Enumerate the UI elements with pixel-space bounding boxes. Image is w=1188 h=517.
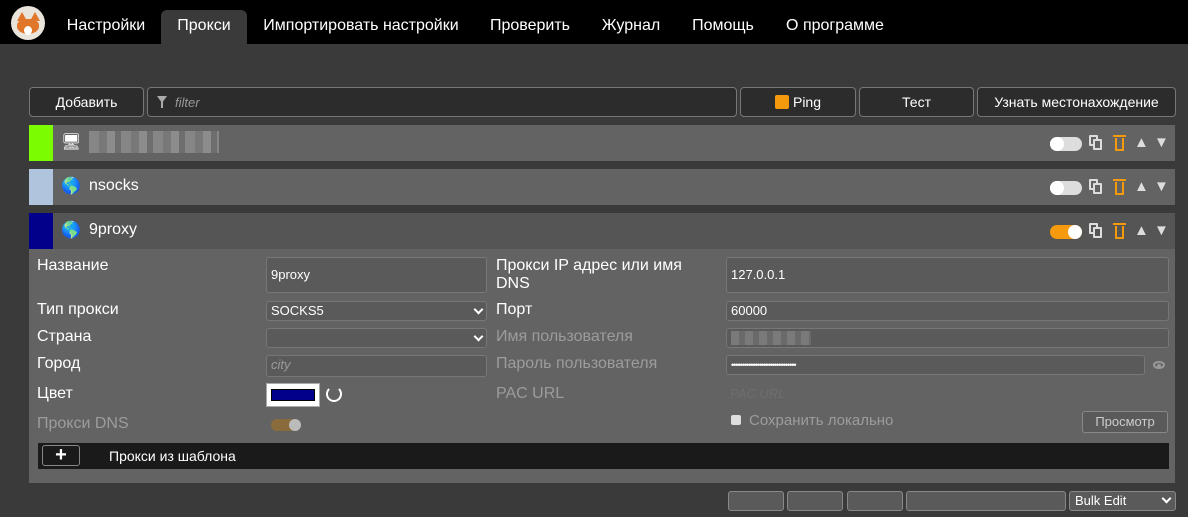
proxy-color-strip [29,213,53,249]
ping-button[interactable]: Ping [740,87,856,117]
add-template-button[interactable]: + [42,445,80,466]
duplicate-icon[interactable] [1089,179,1102,194]
computer-icon: 🖥 [61,134,82,151]
proxy-enable-toggle[interactable] [1050,225,1082,239]
template-bar: + Прокси из шаблона [38,443,1169,469]
city-label: Город [37,355,81,372]
proxy-row[interactable]: 🖥 ▲ ▼ [29,125,1175,161]
chevron-down-icon [473,304,484,315]
tab-proxies[interactable]: Прокси [161,10,247,44]
proxy-color-strip [29,169,53,205]
chevron-down-icon [1161,493,1172,504]
save-locally-checkbox[interactable] [731,415,741,425]
tab-log[interactable]: Журнал [588,0,674,44]
filter-input[interactable] [175,88,725,116]
locate-button[interactable]: Узнать местонахождение [977,87,1176,117]
template-label: Прокси из шаблона [109,448,236,464]
top-nav: Настройки Прокси Импортировать настройки… [0,0,1188,44]
proxy-type-select[interactable]: SOCKS5 [266,301,487,321]
port-label: Порт [496,301,533,318]
tab-help[interactable]: Помощь [680,0,766,44]
username-redacted [731,331,811,345]
move-down-icon[interactable]: ▼ [1154,223,1169,239]
username-label: Имя пользователя [496,328,633,345]
proxy-enable-toggle[interactable] [1050,181,1082,195]
country-label: Страна [37,328,92,345]
pac-url-input[interactable]: PAC URL [726,385,1169,405]
bulk-edit-select[interactable]: Bulk Edit [1069,491,1176,511]
host-input[interactable]: 127.0.0.1 [726,257,1169,293]
name-label: Название [37,257,109,274]
move-down-icon[interactable]: ▼ [1154,179,1169,195]
globe-icon: 🌎 [61,222,81,239]
proxy-title: nsocks [89,177,139,194]
delete-icon[interactable] [1113,223,1126,239]
host-label: Прокси IP адрес или имя DNS [496,257,682,292]
eye-icon[interactable] [1153,361,1165,369]
move-down-icon[interactable]: ▼ [1154,135,1169,151]
tab-settings[interactable]: Настройки [55,0,157,44]
proxy-type-value: SOCKS5 [271,303,324,318]
proxy-row[interactable]: 🌎 9proxy ▲ ▼ [29,213,1175,249]
pac-url-label: PAC URL [496,385,565,402]
ping-label: Ping [792,94,822,110]
proxy-color-strip [29,125,53,161]
save-locally-label: Сохранить локально [749,412,894,429]
footer-button[interactable] [787,491,843,511]
proxy-enable-toggle[interactable] [1050,137,1082,151]
proxy-dns-toggle[interactable] [271,419,301,431]
view-button[interactable]: Просмотр [1082,411,1168,433]
wifi-icon [774,95,789,109]
username-input[interactable] [726,328,1169,348]
bulk-edit-label: Bulk Edit [1075,493,1127,508]
footer-button[interactable] [847,491,903,511]
proxy-type-label: Тип прокси [37,301,119,318]
move-up-icon[interactable]: ▲ [1134,179,1149,195]
duplicate-icon[interactable] [1089,223,1102,238]
password-input[interactable]: •••••••••••••••••••••••••••••• [726,355,1145,375]
color-picker[interactable] [266,383,320,407]
foxyproxy-logo-icon [11,6,45,40]
color-label: Цвет [37,385,73,402]
password-label: Пароль пользователя [496,355,658,372]
name-input[interactable]: 9proxy [266,257,487,293]
proxy-dns-label: Прокси DNS [37,415,129,432]
test-button[interactable]: Тест [859,87,974,117]
tab-import[interactable]: Импортировать настройки [251,0,471,44]
footer-button[interactable] [906,491,1066,511]
tab-test[interactable]: Проверить [476,0,584,44]
port-input[interactable]: 60000 [726,301,1169,321]
tab-about[interactable]: О программе [772,0,898,44]
country-select[interactable] [266,328,487,348]
delete-icon[interactable] [1113,135,1126,151]
proxy-title: 9proxy [89,221,138,238]
move-up-icon[interactable]: ▲ [1134,223,1149,239]
proxy-title-redacted [89,131,219,153]
refresh-color-icon[interactable] [326,386,342,402]
footer-button[interactable] [728,491,784,511]
chevron-down-icon [473,331,484,342]
add-button[interactable]: Добавить [29,87,144,117]
city-input[interactable]: city [266,355,487,377]
move-up-icon[interactable]: ▲ [1134,135,1149,151]
duplicate-icon[interactable] [1089,135,1102,150]
delete-icon[interactable] [1113,179,1126,195]
proxy-row[interactable]: 🌎 nsocks ▲ ▼ [29,169,1175,205]
proxy-details: Название 9proxy Тип прокси SOCKS5 Страна… [29,249,1175,483]
globe-icon: 🌎 [61,178,81,195]
filter-box [147,87,737,117]
